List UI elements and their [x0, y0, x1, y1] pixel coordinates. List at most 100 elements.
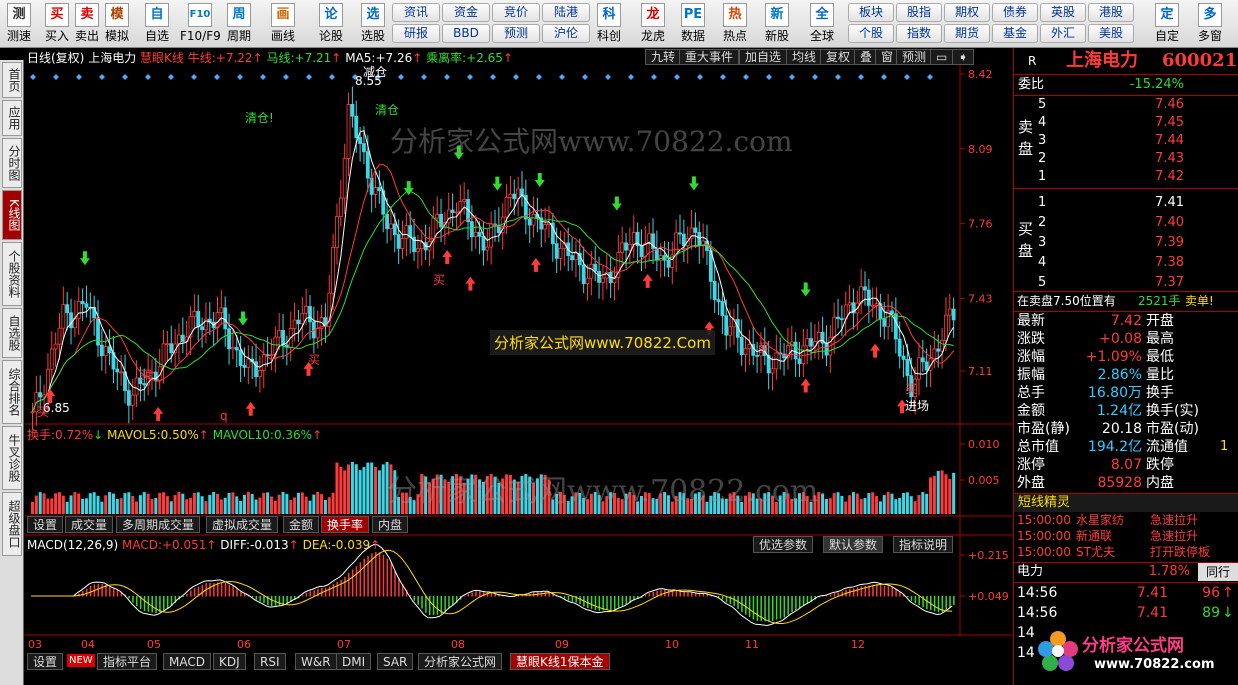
sidebar-item-7[interactable]: 牛叉诊股: [2, 426, 22, 490]
bottom-tab-4[interactable]: RSI: [254, 653, 286, 670]
macd-bar: [313, 590, 315, 597]
sidebar-item-3[interactable]: K线图: [2, 190, 22, 240]
toolbar-button-9[interactable]: 选选股: [356, 2, 390, 46]
chart-button-3[interactable]: 均线: [786, 49, 823, 65]
market-link-5[interactable]: 港股: [1088, 3, 1134, 22]
market-link-9[interactable]: 基金: [992, 24, 1038, 43]
quick-link-4[interactable]: 研报: [392, 24, 440, 43]
toolbar-button-13[interactable]: 热热点: [718, 2, 752, 46]
stat-label: 振幅: [1017, 367, 1045, 383]
buy-level[interactable]: 3 7.39: [1014, 234, 1238, 252]
market-link-1[interactable]: 股指: [896, 3, 942, 22]
market-link-3[interactable]: 债券: [992, 3, 1038, 22]
chart-button-0[interactable]: 九转: [645, 49, 682, 65]
market-link-7[interactable]: 指数: [896, 24, 942, 43]
macd-bar: [648, 593, 651, 597]
buy-level[interactable]: 4 7.38: [1014, 254, 1238, 272]
toolbar-button-6[interactable]: 周周期: [222, 2, 256, 46]
market-link-2[interactable]: 期权: [944, 3, 990, 22]
market-link-8[interactable]: 期货: [944, 24, 990, 43]
toolbar-button-16[interactable]: 定自定: [1150, 2, 1184, 46]
volume-tab-5[interactable]: 换手率: [321, 516, 370, 533]
toolbar-button-15[interactable]: 全全球: [805, 2, 839, 46]
chart-button-4[interactable]: 复权: [820, 49, 857, 65]
sidebar-item-1[interactable]: 应用: [2, 100, 22, 136]
volume-tab-6[interactable]: 内盘: [372, 516, 409, 533]
candle-body: [839, 318, 844, 321]
kline-chart-area[interactable]: 8.42 8.09 7.76 7.43 7.11 8.55 减仓 清仓 清仓! 6.85 买买买买买…: [25, 48, 1012, 685]
toolbar-button-8[interactable]: 论论股: [314, 2, 348, 46]
quick-link-6[interactable]: 预测: [492, 24, 540, 43]
market-link-10[interactable]: 外汇: [1040, 24, 1086, 43]
market-link-11[interactable]: 美股: [1088, 24, 1134, 43]
toolbar-button-11[interactable]: 龙龙虎: [636, 2, 670, 46]
sell-level[interactable]: 3 7.44: [1014, 132, 1238, 150]
market-link-4[interactable]: 英股: [1040, 3, 1086, 22]
elf-item[interactable]: 15:00:00 新通联 急速拉升: [1014, 528, 1238, 544]
arrow-right-icon[interactable]: ➧: [952, 49, 975, 65]
buy-level[interactable]: 5 7.37: [1014, 274, 1238, 292]
sell-level[interactable]: 1 7.42: [1014, 168, 1238, 186]
bottom-tab-7[interactable]: SAR: [377, 653, 414, 670]
macd-button-0[interactable]: 优选参数: [753, 536, 814, 553]
quick-link-0[interactable]: 资讯: [392, 3, 440, 22]
toolbar-button-17[interactable]: 多多窗: [1193, 2, 1227, 46]
toolbar-button-1[interactable]: 买买入: [40, 2, 74, 46]
sidebar-item-6[interactable]: 综合排名: [2, 360, 22, 424]
quick-link-2[interactable]: 竞价: [492, 3, 540, 22]
volume-bar: [952, 472, 956, 514]
toolbar-button-4[interactable]: 自自选: [140, 2, 174, 46]
bottom-tab-6[interactable]: DMI: [336, 653, 372, 670]
volume-tab-0[interactable]: 设置: [27, 516, 64, 533]
chart-button-7[interactable]: 预测: [896, 49, 933, 65]
toolbar-button-14[interactable]: 新新股: [760, 2, 794, 46]
peer-button[interactable]: 同行: [1198, 563, 1238, 581]
kline-svg[interactable]: 8.428.097.767.437.118.55减仓清仓清仓!6.85买买买买买…: [25, 48, 1012, 685]
volume-tab-3[interactable]: 虚拟成交量: [206, 516, 279, 533]
volume-tab-1[interactable]: 成交量: [65, 516, 114, 533]
chart-button-2[interactable]: 加自选: [739, 49, 788, 65]
toolbar-button-5[interactable]: F10 F10/F9: [180, 2, 221, 46]
sell-level[interactable]: 4 7.45: [1014, 114, 1238, 132]
bottom-tab-2[interactable]: MACD: [163, 653, 211, 670]
bottom-tab-9[interactable]: 慧眼K线1保本金: [510, 653, 610, 670]
quick-link-5[interactable]: BBD: [442, 24, 490, 43]
toolbar-button-3[interactable]: 模模拟: [100, 2, 134, 46]
sidebar-item-4[interactable]: 个股资料: [2, 242, 22, 306]
bottom-tab-5[interactable]: W&R: [295, 653, 337, 670]
bottom-tab-8[interactable]: 分析家公式网: [418, 653, 503, 670]
sell-level[interactable]: 2 7.43: [1014, 150, 1238, 168]
candle-body: [234, 347, 239, 351]
sidebar-item-2[interactable]: 分时图: [2, 138, 22, 188]
volume-tab-2[interactable]: 多周期成交量: [116, 516, 201, 533]
sidebar-item-0[interactable]: 首页: [2, 62, 22, 98]
sidebar-item-5[interactable]: 自选股: [2, 308, 22, 358]
bottom-tab-1[interactable]: 指标平台: [97, 653, 158, 670]
toolbar-button-10[interactable]: 科科创: [592, 2, 626, 46]
buy-level[interactable]: 2 7.40: [1014, 214, 1238, 232]
toolbar-button-12[interactable]: PE 数据: [676, 2, 710, 46]
macd-button-1[interactable]: 默认参数: [823, 536, 884, 553]
volume-tab-4[interactable]: 金额: [283, 516, 320, 533]
market-link-0[interactable]: 板块: [848, 3, 894, 22]
sell-level[interactable]: 5 7.46: [1014, 96, 1238, 114]
toolbar-button-7[interactable]: 画画线: [266, 2, 300, 46]
volume-bar: [142, 492, 146, 514]
chart-button-1[interactable]: 重大事件: [679, 49, 740, 65]
quick-link-7[interactable]: 沪伦: [542, 24, 590, 43]
quick-link-1[interactable]: 资金: [442, 3, 490, 22]
elf-item[interactable]: 15:00:00 ST尤夫 打开跌停板: [1014, 544, 1238, 560]
quick-link-3[interactable]: 陆港: [542, 3, 590, 22]
buy-level[interactable]: 1 7.41: [1014, 194, 1238, 212]
macd-button-2[interactable]: 指标说明: [893, 536, 954, 553]
toolbar-button-0[interactable]: 测测速: [2, 2, 36, 46]
market-link-6[interactable]: 个股: [848, 24, 894, 43]
elf-item[interactable]: 15:00:00 水星家纺 急速拉升: [1014, 512, 1238, 528]
bottom-tab-3[interactable]: KDJ: [213, 653, 246, 670]
sidebar-item-8[interactable]: 超级盘口: [2, 492, 22, 556]
bottom-tab-0[interactable]: 设置: [27, 653, 64, 670]
toolbar-button-2[interactable]: 卖卖出: [70, 2, 104, 46]
macd-bar: [143, 596, 146, 612]
tick-time: 14:56: [1017, 605, 1058, 621]
window-icon[interactable]: ▭: [930, 49, 954, 65]
